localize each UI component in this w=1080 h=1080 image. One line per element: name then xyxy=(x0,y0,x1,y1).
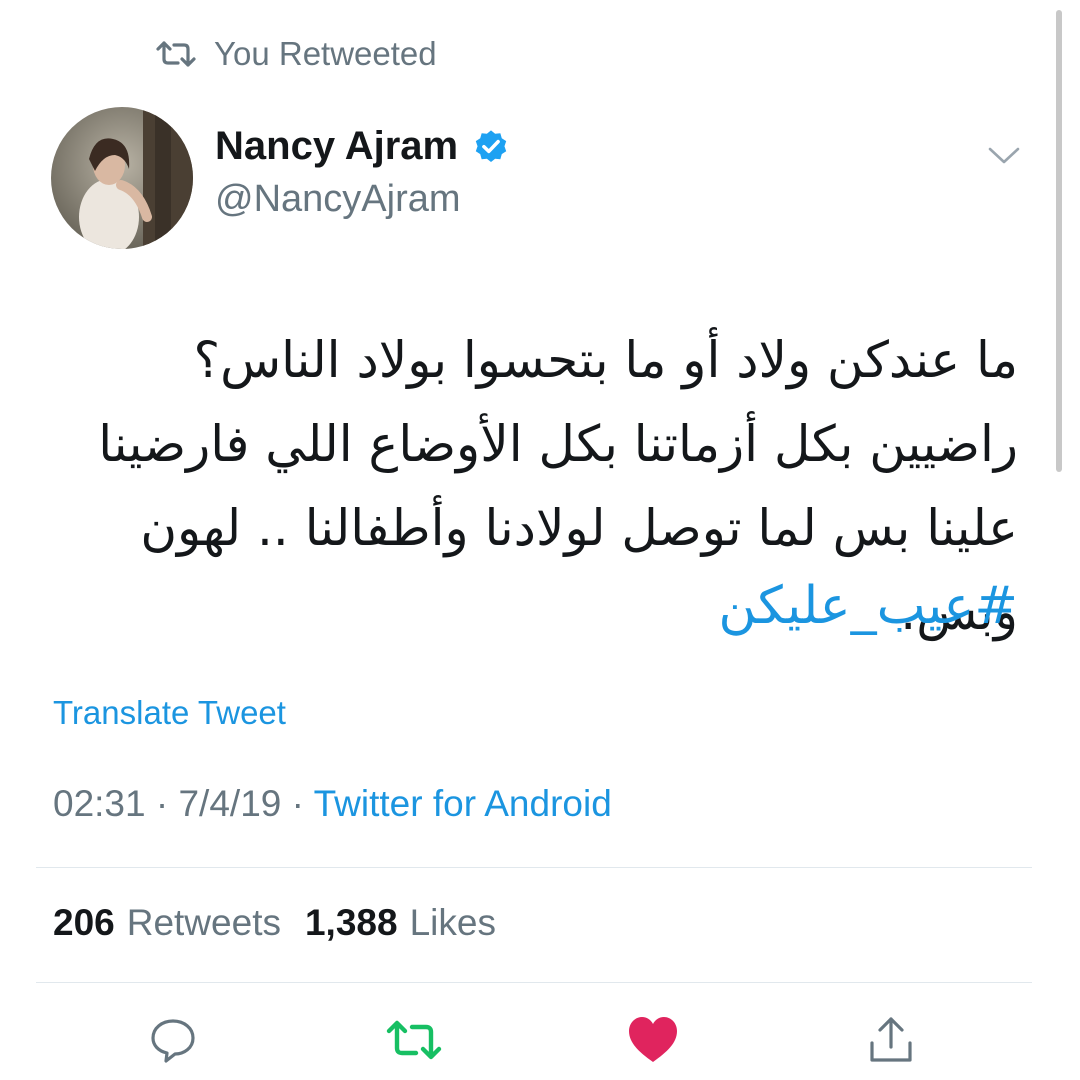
author-name-text[interactable]: Nancy Ajram xyxy=(215,124,458,169)
meta-separator: · xyxy=(291,783,304,824)
retweets-label: Retweets xyxy=(126,902,281,943)
likes-count: 1,388 xyxy=(304,902,398,943)
share-button[interactable] xyxy=(863,1012,919,1068)
tweet-detail-screen: You Retweeted Nancy Ajram @NancyAjram ما… xyxy=(0,0,1080,1080)
verified-badge-icon xyxy=(475,129,507,162)
translate-tweet-link[interactable]: Translate Tweet xyxy=(53,694,286,732)
avatar[interactable] xyxy=(51,107,193,249)
tweet-date: 7/4/19 xyxy=(178,783,282,824)
retweet-button[interactable] xyxy=(386,1012,442,1068)
tweet-metadata: 02:31 · 7/4/19 · Twitter for Android xyxy=(53,783,612,825)
chevron-down-icon[interactable] xyxy=(986,140,1022,170)
retweets-stat[interactable]: 206 Retweets xyxy=(53,902,281,944)
share-icon xyxy=(870,1017,912,1062)
likes-label: Likes xyxy=(409,902,496,943)
divider xyxy=(36,982,1032,983)
divider xyxy=(36,867,1032,868)
tweet-time: 02:31 xyxy=(53,783,146,824)
retweet-context: You Retweeted xyxy=(156,32,437,76)
meta-separator: · xyxy=(155,783,169,824)
heart-icon xyxy=(629,1017,677,1062)
retweet-icon xyxy=(156,41,196,67)
retweet-context-label: You Retweeted xyxy=(214,35,437,72)
retweet-icon xyxy=(386,1020,442,1060)
reply-icon xyxy=(151,1019,195,1063)
avatar-photo xyxy=(51,107,193,249)
like-button[interactable] xyxy=(625,1012,681,1068)
tweet-stats: 206 Retweets 1,388 Likes xyxy=(53,902,520,944)
author-handle[interactable]: @NancyAjram xyxy=(215,178,461,221)
likes-stat[interactable]: 1,388 Likes xyxy=(305,902,496,944)
retweets-count: 206 xyxy=(53,902,115,943)
tweet-hashtag[interactable]: #عيب_عليكن xyxy=(50,566,1018,646)
tweet-source-link[interactable]: Twitter for Android xyxy=(314,783,612,824)
author-name[interactable]: Nancy Ajram xyxy=(215,124,510,169)
scrollbar[interactable] xyxy=(1056,10,1062,472)
reply-button[interactable] xyxy=(145,1012,201,1068)
